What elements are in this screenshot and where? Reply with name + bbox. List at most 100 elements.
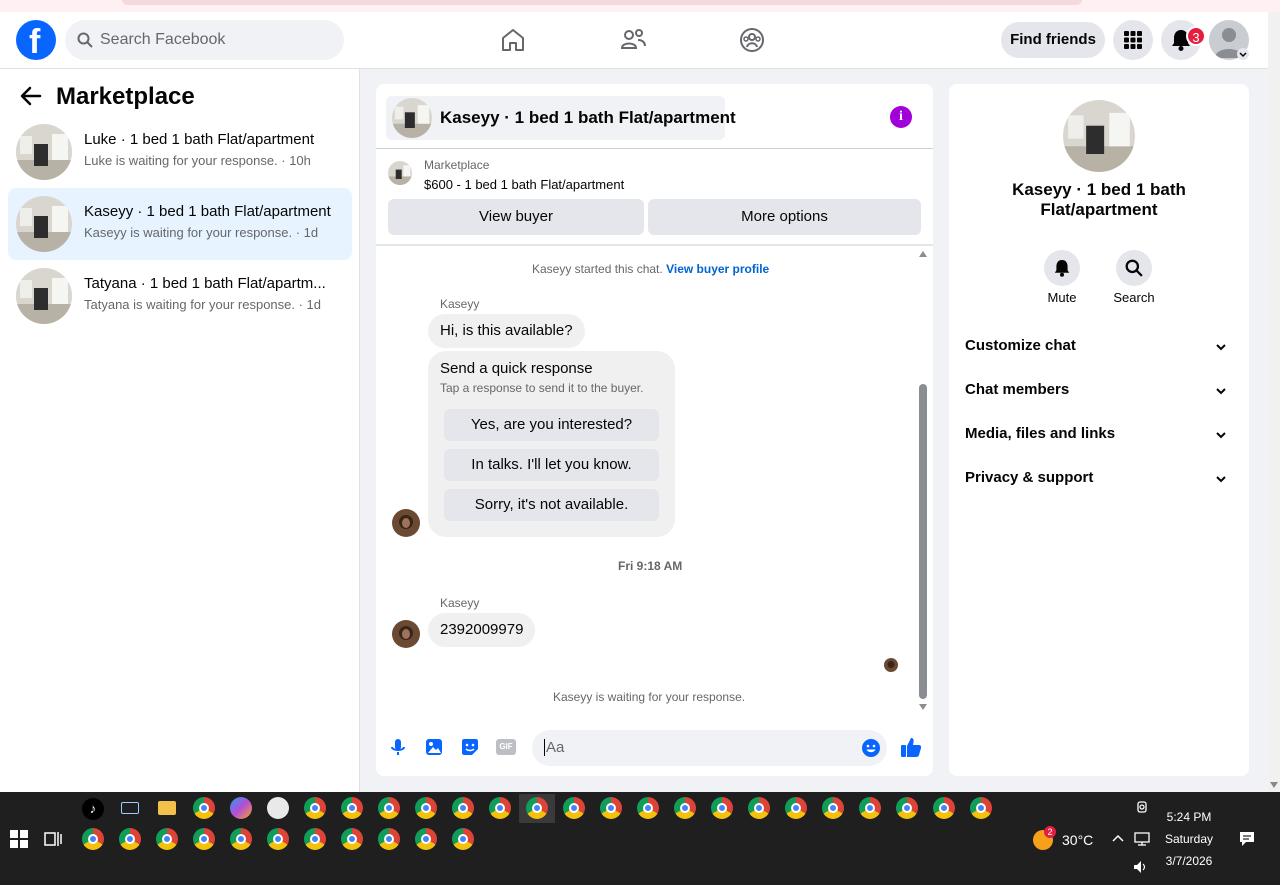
clock-date[interactable]: 3/7/2026 — [1160, 854, 1218, 868]
chat-title: Kaseyy · 1 bed 1 bath Flat/apartment — [440, 108, 736, 127]
sender-avatar[interactable] — [392, 509, 420, 537]
chrome-icon[interactable] — [452, 828, 474, 850]
chrome-icon[interactable] — [822, 797, 844, 819]
search-chat-button[interactable] — [1116, 250, 1152, 286]
customize-chat-section[interactable]: Customize chat — [965, 337, 1233, 361]
clock-time[interactable]: 5:24 PM — [1160, 810, 1218, 824]
section-label: Privacy & support — [965, 469, 1094, 486]
clock-day[interactable]: Saturday — [1160, 832, 1218, 846]
chrome-icon[interactable] — [193, 828, 215, 850]
temperature[interactable]: 30°C — [1062, 832, 1093, 848]
facebook-logo[interactable]: f — [16, 20, 56, 61]
chevron-up-icon[interactable] — [1112, 834, 1124, 842]
listing-price[interactable]: $600 - 1 bed 1 bath Flat/apartment — [424, 177, 624, 192]
chrome-icon[interactable] — [304, 797, 326, 819]
chrome-icon[interactable] — [415, 828, 437, 850]
chat-scrollbar-thumb[interactable] — [919, 384, 927, 699]
conversation-item[interactable]: Luke · 1 bed 1 bath Flat/apartment Luke … — [8, 116, 352, 188]
chrome-icon[interactable] — [267, 828, 289, 850]
scroll-down-arrow-icon[interactable] — [1270, 782, 1278, 788]
chrome-icon[interactable] — [859, 797, 881, 819]
sender-avatar[interactable] — [392, 620, 420, 648]
quick-response-button[interactable]: In talks. I'll let you know. — [444, 449, 659, 481]
chrome-icon[interactable] — [193, 797, 215, 819]
gif-icon[interactable]: GIF — [496, 739, 516, 755]
chrome-icon[interactable] — [415, 797, 437, 819]
keyboard-icon[interactable] — [121, 802, 139, 814]
chrome-icon[interactable] — [378, 828, 400, 850]
chrome-icon[interactable] — [341, 828, 363, 850]
sticker-icon[interactable] — [460, 737, 480, 757]
divider — [376, 148, 933, 149]
message-bubble[interactable]: 2392009979 — [428, 613, 536, 647]
back-arrow-icon[interactable] — [20, 85, 42, 107]
chrome-icon[interactable] — [674, 797, 696, 819]
tiktok-icon[interactable]: ♪ — [82, 798, 104, 820]
scroll-down-arrow-icon[interactable] — [919, 704, 927, 710]
listing-thumbnail — [16, 268, 72, 324]
conversation-item[interactable]: Tatyana · 1 bed 1 bath Flat/apartm... Ta… — [8, 260, 352, 332]
message-bubble[interactable]: Hi, is this available? — [428, 314, 585, 348]
quick-response-button[interactable]: Yes, are you interested? — [444, 409, 659, 441]
mute-button[interactable] — [1044, 250, 1080, 286]
account-chevron-icon[interactable] — [1237, 48, 1249, 60]
mute-label: Mute — [1047, 290, 1077, 305]
listing-thumbnail-large — [1063, 100, 1135, 172]
chrome-icon[interactable] — [933, 797, 955, 819]
chrome-icon[interactable] — [748, 797, 770, 819]
windows-taskbar: ♪ 2 30°C 5:24 PM Saturday 3/7/2026 — [0, 792, 1280, 885]
chrome-icon[interactable] — [526, 797, 548, 819]
copilot-icon[interactable] — [230, 797, 252, 819]
chrome-icon[interactable] — [341, 797, 363, 819]
chrome-icon[interactable] — [600, 797, 622, 819]
emoji-icon[interactable] — [861, 738, 881, 758]
groups-icon[interactable] — [738, 26, 766, 54]
search-icon — [77, 32, 93, 48]
chrome-icon[interactable] — [489, 797, 511, 819]
chrome-icon[interactable] — [452, 797, 474, 819]
message-input[interactable]: Aa — [532, 730, 887, 766]
view-buyer-button[interactable]: View buyer — [388, 199, 644, 235]
friends-icon[interactable] — [619, 26, 647, 54]
chrome-icon[interactable] — [230, 828, 252, 850]
windows-start-icon[interactable] — [10, 830, 28, 848]
chrome-icon[interactable] — [970, 797, 992, 819]
info-icon[interactable]: i — [890, 106, 912, 128]
scroll-up-arrow-icon[interactable] — [919, 251, 927, 257]
chrome-icon[interactable] — [896, 797, 918, 819]
chrome-icon[interactable] — [711, 797, 733, 819]
listing-thumbnail — [16, 124, 72, 180]
quick-response-button[interactable]: Sorry, it's not available. — [444, 489, 659, 521]
app-icon[interactable] — [267, 797, 289, 819]
find-friends-button[interactable]: Find friends — [1001, 22, 1105, 58]
chrome-icon[interactable] — [785, 797, 807, 819]
chrome-icon[interactable] — [378, 797, 400, 819]
home-icon[interactable] — [499, 26, 527, 54]
chrome-icon[interactable] — [637, 797, 659, 819]
page-scrollbar[interactable] — [1268, 12, 1280, 792]
chat-header-title[interactable]: Kaseyy · 1 bed 1 bath Flat/apartment — [386, 96, 736, 140]
file-explorer-icon[interactable] — [158, 801, 176, 815]
view-buyer-profile-link[interactable]: View buyer profile — [666, 262, 769, 276]
network-icon[interactable] — [1133, 832, 1151, 846]
chrome-icon[interactable] — [563, 797, 585, 819]
chrome-icon[interactable] — [304, 828, 326, 850]
conversation-item[interactable]: Kaseyy · 1 bed 1 bath Flat/apartment Kas… — [8, 188, 352, 260]
chat-members-section[interactable]: Chat members — [965, 381, 1233, 405]
chrome-icon[interactable] — [119, 828, 141, 850]
volume-icon[interactable] — [1133, 860, 1149, 874]
like-thumbs-up-icon[interactable] — [900, 736, 922, 758]
photo-icon[interactable] — [424, 737, 444, 757]
search-input[interactable]: Search Facebook — [65, 20, 344, 60]
more-options-button[interactable]: More options — [648, 199, 921, 235]
microphone-icon[interactable] — [388, 737, 408, 757]
chrome-icon[interactable] — [156, 828, 178, 850]
task-view-icon[interactable] — [44, 830, 62, 848]
menu-button[interactable] — [1113, 20, 1153, 60]
media-files-links-section[interactable]: Media, files and links — [965, 425, 1233, 449]
privacy-support-section[interactable]: Privacy & support — [965, 469, 1233, 493]
meet-now-icon[interactable] — [1136, 800, 1150, 816]
chrome-icon[interactable] — [82, 828, 104, 850]
notification-center-icon[interactable] — [1238, 830, 1256, 848]
conversation-subtitle: Luke is waiting for your response. · 10h — [84, 153, 311, 168]
